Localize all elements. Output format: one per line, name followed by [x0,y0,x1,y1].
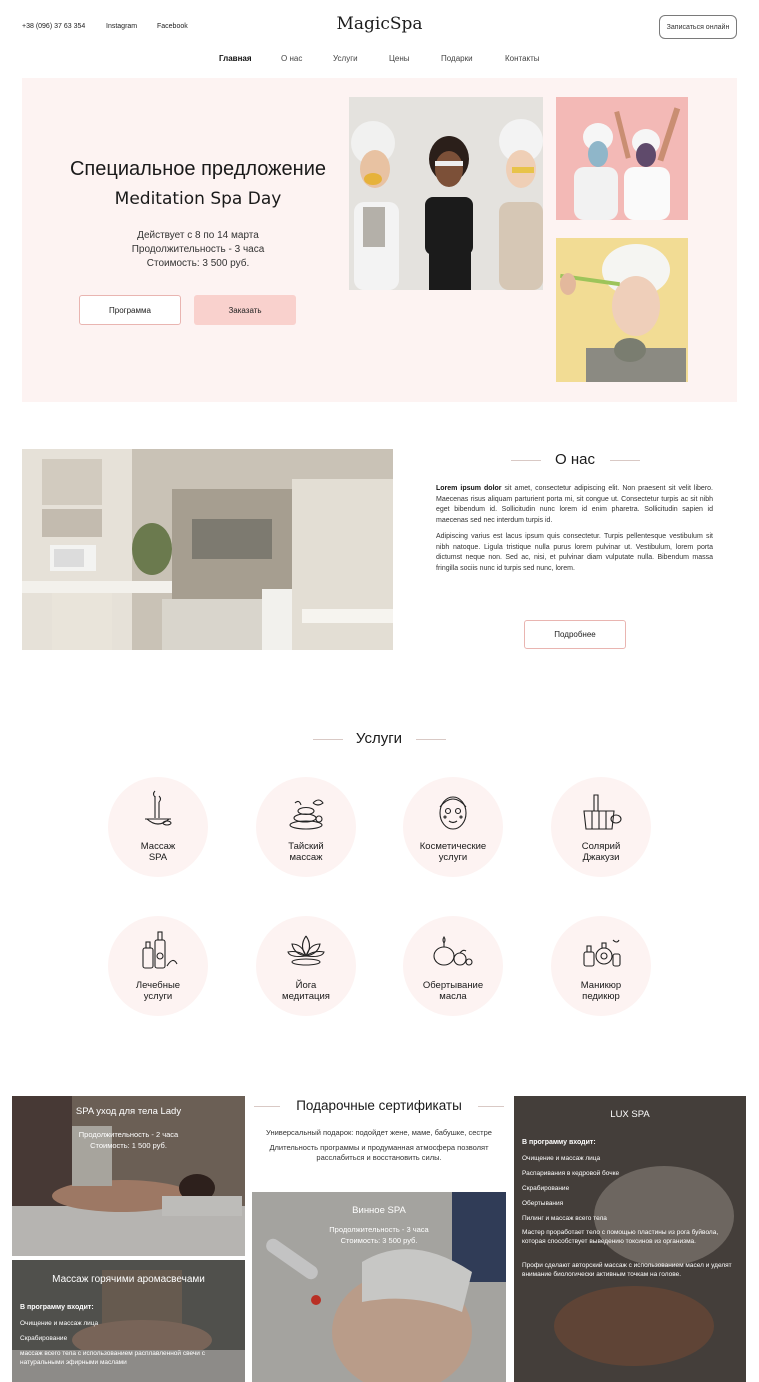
card-lux-item: Обертывания [522,1200,564,1207]
service-label: Солярий Джакузи [581,841,621,863]
wooden-tub-icon [583,794,622,830]
about-title-rule-right [610,460,640,461]
service-spa-massage[interactable]: Массаж SPA [108,777,208,877]
card-aroma-massage[interactable]: Массаж горячими аромасвечами В программу… [12,1260,245,1382]
card-lux-title: LUX SPA [610,1109,650,1120]
service-label: Обертывание масла [422,980,484,1002]
card-wine-price: Стоимость: 3 500 руб. [340,1236,418,1245]
gifts-desc-1: Универсальный подарок: подойдет жене, ма… [266,1128,492,1137]
gifts-title-rule-right [478,1106,504,1107]
services-title-rule-right [416,739,446,740]
incense-bowl-icon [145,790,172,826]
hero-subtitle: Meditation Spa Day [114,189,282,209]
nav-item-about[interactable]: О нас [281,54,302,63]
card-lux-item: Распаривания в кедровой бочке [522,1170,620,1177]
card-lux-item: Профи сделают авторский массаж с использ… [522,1262,732,1278]
nav-item-contacts[interactable]: Контакты [505,54,540,63]
service-wraps[interactable]: Обертывание масла [403,916,503,1016]
candles-icon [433,936,473,966]
card-aroma-item: Очищение и массаж лица [20,1320,99,1327]
gifts-title-rule-left [254,1106,280,1107]
nav-item-services[interactable]: Услуги [333,54,358,63]
card-aroma-includes: В программу входит: [20,1304,94,1311]
face-mask-icon [439,796,467,830]
lotus-icon [287,935,325,966]
service-label: Лечебные услуги [135,980,181,1002]
service-thai-massage[interactable]: Тайский массаж [256,777,356,877]
service-label: Маникюр педикюр [580,980,622,1002]
card-lady-price: Стоимость: 1 500 руб. [90,1141,167,1150]
service-label: Йога медитация [282,980,330,1002]
gifts-desc-2: Длительность программы и продуманная атм… [269,1143,489,1162]
service-medical[interactable]: Лечебные услуги [108,916,208,1016]
about-title-rule-left [511,460,541,461]
card-wine-spa[interactable]: Винное SPA Продолжительность - 3 часа Ст… [252,1192,506,1382]
card-lady-title: SPA уход для тела Lady [75,1106,182,1117]
card-lux-spa[interactable]: LUX SPA В программу входит: Очищение и м… [514,1096,746,1382]
program-button[interactable]: Программа [79,295,181,325]
card-aroma-item: массаж всего тела с использованием распл… [20,1350,205,1366]
nav-item-prices[interactable]: Цены [389,54,410,63]
gifts-title: Подарочные сертификаты [296,1098,462,1113]
service-cosmetic[interactable]: Косметические услуги [403,777,503,877]
hero-offer: Специальное предложение Meditation Spa D… [22,78,737,402]
salon-interior-photo [22,449,393,650]
service-manicure[interactable]: Маникюр педикюр [551,916,651,1016]
card-aroma-title: Массаж горячими аромасвечами [52,1274,205,1285]
hero-photo-group [349,97,543,290]
hero-title: Специальное предложение [69,158,327,180]
about-paragraph-1: Lorem ipsum dolor sit amet, consectetur … [436,484,713,526]
card-lux-item: Скрабирование [522,1185,570,1192]
hero-dates: Действует с 8 по 14 марта [137,230,259,241]
order-button[interactable]: Заказать [194,295,296,325]
card-wine-duration: Продолжительность - 3 часа [329,1225,429,1234]
hero-photo-yellow [556,238,688,382]
site-header: +38 (096) 37 63 354 Instagram Facebook M… [0,0,759,70]
about-bold-lead: Lorem ipsum dolor [436,485,502,492]
service-solarium-jacuzzi[interactable]: Солярий Джакузи [551,777,651,877]
about-title: О нас [555,451,595,468]
card-lux-item: Мастер проработает тело с помощью пласти… [522,1229,719,1245]
about-paragraph-2: Adipiscing varius est lacus ipsum quis c… [436,533,713,572]
hero-photo-pink [556,97,688,220]
site-logo[interactable]: MagicSpa [0,14,759,34]
hero-price: Стоимость: 3 500 руб. [146,258,250,269]
perfume-bottles-icon [583,939,621,967]
massage-stones-icon [289,799,324,830]
card-aroma-item: Скрабирование [20,1335,68,1342]
hero-duration: Продолжительность - 3 часа [131,244,265,255]
nav-item-home[interactable]: Главная [219,54,252,63]
services-title-rule-left [313,739,343,740]
card-lux-includes: В программу входит: [522,1139,596,1146]
service-label: Косметические услуги [419,841,487,863]
about-more-button[interactable]: Подробнее [524,620,626,649]
services-title: Услуги [355,730,403,747]
service-label: Тайский массаж [288,841,324,863]
card-lux-item: Очищение и массаж лица [522,1155,601,1162]
oil-bottles-icon [142,931,178,969]
card-lux-item: Пилинг и массаж всего тела [522,1215,607,1222]
service-yoga[interactable]: Йога медитация [256,916,356,1016]
service-label: Массаж SPA [140,841,176,863]
card-lady-duration: Продолжительность - 2 часа [78,1130,179,1139]
card-lady-spa[interactable]: SPA уход для тела Lady Продолжительность… [12,1096,245,1256]
book-online-button[interactable]: Записаться онлайн [659,15,737,39]
card-wine-title: Винное SPA [352,1205,406,1216]
nav-item-gifts[interactable]: Подарки [441,54,473,63]
